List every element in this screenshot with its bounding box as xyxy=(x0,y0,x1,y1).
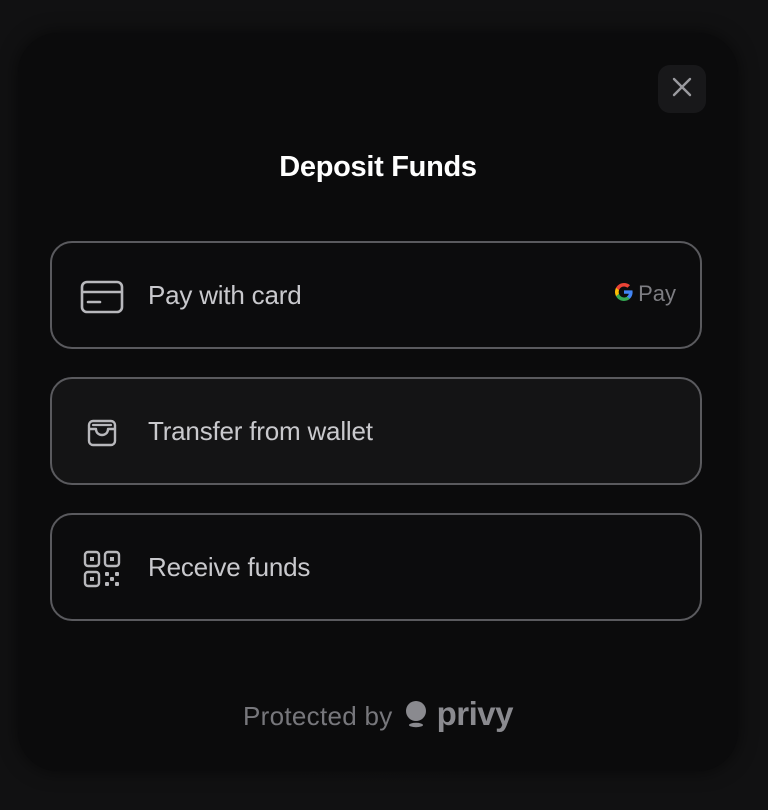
qr-code-icon xyxy=(80,549,124,589)
deposit-funds-modal: Deposit Funds Pay with card Pay Transfer… xyxy=(18,33,738,771)
google-pay-badge: Pay xyxy=(614,281,676,307)
option-label: Transfer from wallet xyxy=(148,416,373,446)
receive-funds-option[interactable]: Receive funds xyxy=(50,513,702,621)
close-icon xyxy=(671,76,693,103)
modal-title: Deposit Funds xyxy=(279,151,477,183)
close-button[interactable] xyxy=(658,65,706,113)
wallet-icon xyxy=(80,413,124,453)
credit-card-icon xyxy=(80,277,124,317)
option-label: Receive funds xyxy=(148,552,311,582)
protected-by-text: Protected by xyxy=(243,700,393,731)
privy-wordmark: privy xyxy=(436,695,514,732)
pay-with-card-option[interactable]: Pay with card Pay xyxy=(50,241,702,349)
google-pay-text: Pay xyxy=(638,281,676,306)
privy-logo: privy xyxy=(405,695,514,735)
privy-logo-icon xyxy=(405,700,427,733)
transfer-from-wallet-option[interactable]: Transfer from wallet xyxy=(50,377,702,485)
google-g-icon xyxy=(614,282,634,307)
footer: Protected by privy xyxy=(18,695,738,735)
option-label: Pay with card xyxy=(148,280,302,310)
